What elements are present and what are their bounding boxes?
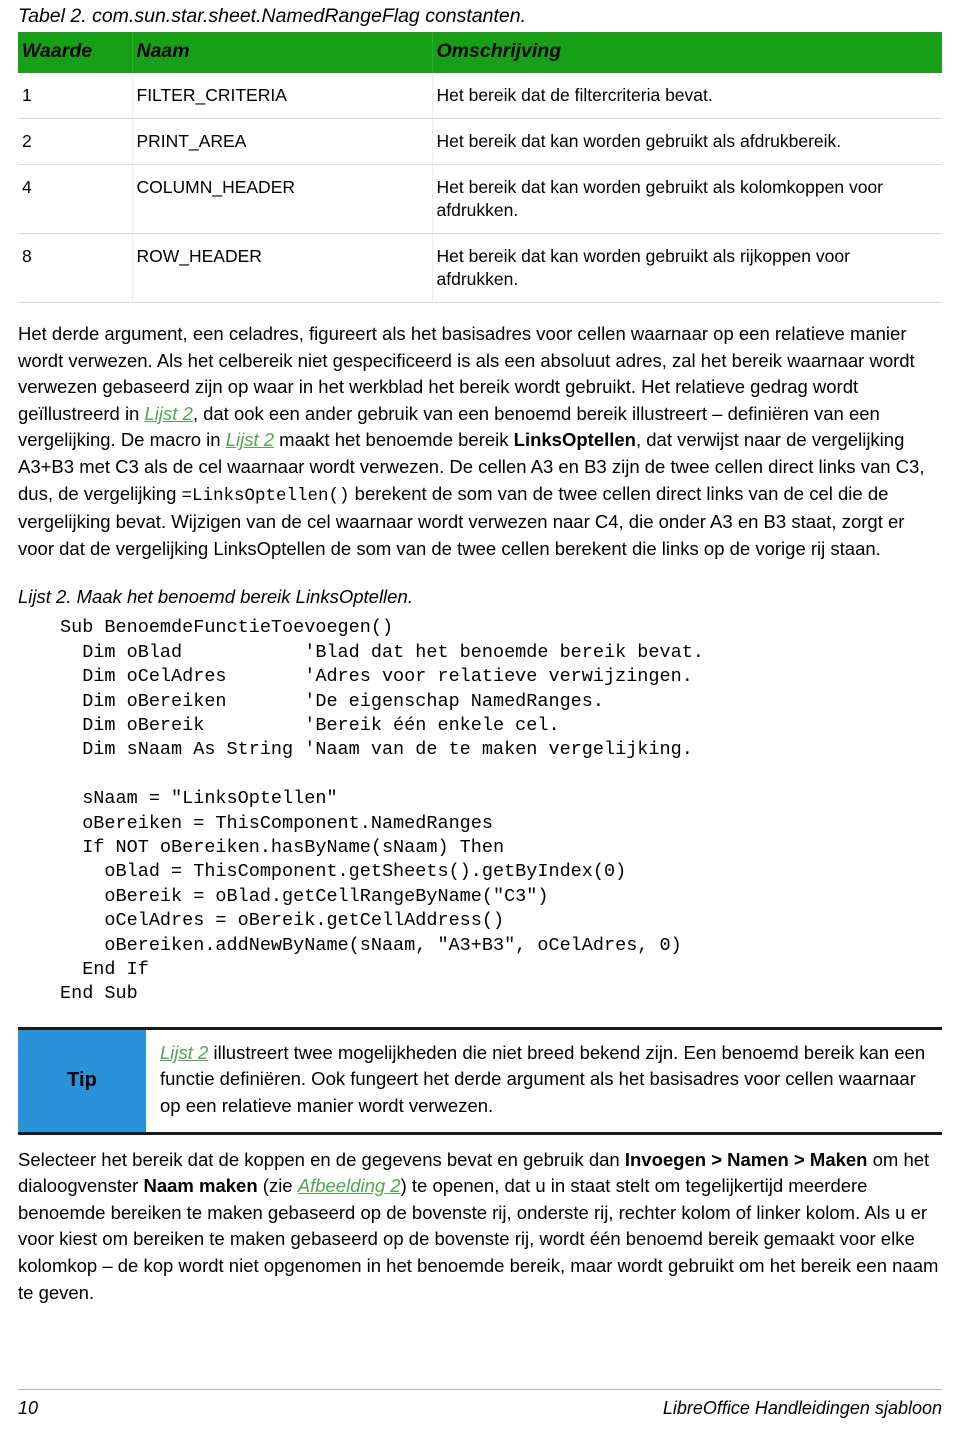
paragraph-text-part: Selecteer het bereik dat de koppen en de… [18, 1148, 625, 1170]
listing-caption: Lijst 2. Maak het benoemd bereik LinksOp… [18, 586, 413, 608]
link-lijst-2[interactable]: Lijst 2 [160, 1042, 208, 1063]
inline-code-linksoptellen: =LinksOptellen() [181, 485, 350, 506]
bold-linksoptellen: LinksOptellen [513, 429, 636, 451]
cell-waarde: 4 [18, 164, 132, 234]
cell-naam: COLUMN_HEADER [131, 164, 432, 234]
footer-page-number: 10 [18, 1398, 39, 1418]
named-range-flag-table: Waarde Naam Omschrijving 1 FILTER_CRITER… [18, 32, 942, 303]
cell-omschrijving: Het bereik dat de filtercriteria bevat. [431, 73, 942, 119]
document-page: Tabel 2. com.sun.star.sheet.NamedRangeFl… [0, 0, 960, 1431]
column-header-naam: Naam [131, 32, 432, 73]
paragraph-text-part: (zie [257, 1175, 298, 1197]
table-row: 2 PRINT_AREA Het bereik dat kan worden g… [18, 118, 942, 165]
bold-dialog-name: Naam maken [143, 1175, 258, 1197]
column-header-omschrijving: Omschrijving [431, 32, 942, 73]
cell-naam: ROW_HEADER [131, 233, 432, 303]
tip-box: Tip Lijst 2 illustreert twee mogelijkhed… [18, 1026, 942, 1135]
table-row: 1 FILTER_CRITERIA Het bereik dat de filt… [18, 73, 942, 119]
cell-omschrijving: Het bereik dat kan worden gebruikt als a… [431, 118, 942, 165]
table-caption: Tabel 2. com.sun.star.sheet.NamedRangeFl… [18, 5, 527, 27]
tip-text: illustreert twee mogelijkheden die niet … [160, 1041, 926, 1117]
cell-omschrijving: Het bereik dat kan worden gebruikt als k… [431, 164, 942, 234]
link-lijst-2[interactable]: Lijst 2 [144, 403, 192, 424]
table-header: Waarde Naam Omschrijving [18, 32, 942, 73]
table-row: 8 ROW_HEADER Het bereik dat kan worden g… [18, 233, 942, 303]
table-header-row: Waarde Naam Omschrijving [18, 32, 942, 73]
bold-menu-path: Invoegen > Namen > Maken [624, 1148, 868, 1170]
paragraph-text-part: maakt het benoemde bereik [274, 429, 514, 451]
cell-waarde: 2 [18, 118, 132, 165]
link-afbeelding-2[interactable]: Afbeelding 2 [298, 1175, 401, 1196]
tip-body: Lijst 2 illustreert twee mogelijkheden d… [146, 1030, 942, 1132]
cell-waarde: 8 [18, 233, 132, 303]
cell-naam: PRINT_AREA [131, 118, 432, 165]
cell-waarde: 1 [18, 73, 132, 119]
basic-code-listing: Sub BenoemdeFunctieToevoegen() Dim oBlad… [60, 617, 704, 1005]
cell-naam: FILTER_CRITERIA [131, 73, 432, 119]
page-footer: 10 LibreOffice Handleidingen sjabloon [18, 1389, 942, 1419]
link-lijst-2[interactable]: Lijst 2 [226, 429, 274, 450]
footer-document-title: LibreOffice Handleidingen sjabloon [662, 1398, 942, 1418]
tip-label: Tip [18, 1029, 146, 1132]
table-body: 1 FILTER_CRITERIA Het bereik dat de filt… [18, 73, 942, 303]
paragraph-relative-addressing: Het derde argument, een celadres, figure… [18, 321, 942, 562]
table-row: 4 COLUMN_HEADER Het bereik dat kan worde… [18, 164, 942, 234]
cell-omschrijving: Het bereik dat kan worden gebruikt als r… [431, 233, 942, 303]
paragraph-create-names: Selecteer het bereik dat de koppen en de… [18, 1147, 942, 1307]
column-header-waarde: Waarde [18, 32, 132, 73]
